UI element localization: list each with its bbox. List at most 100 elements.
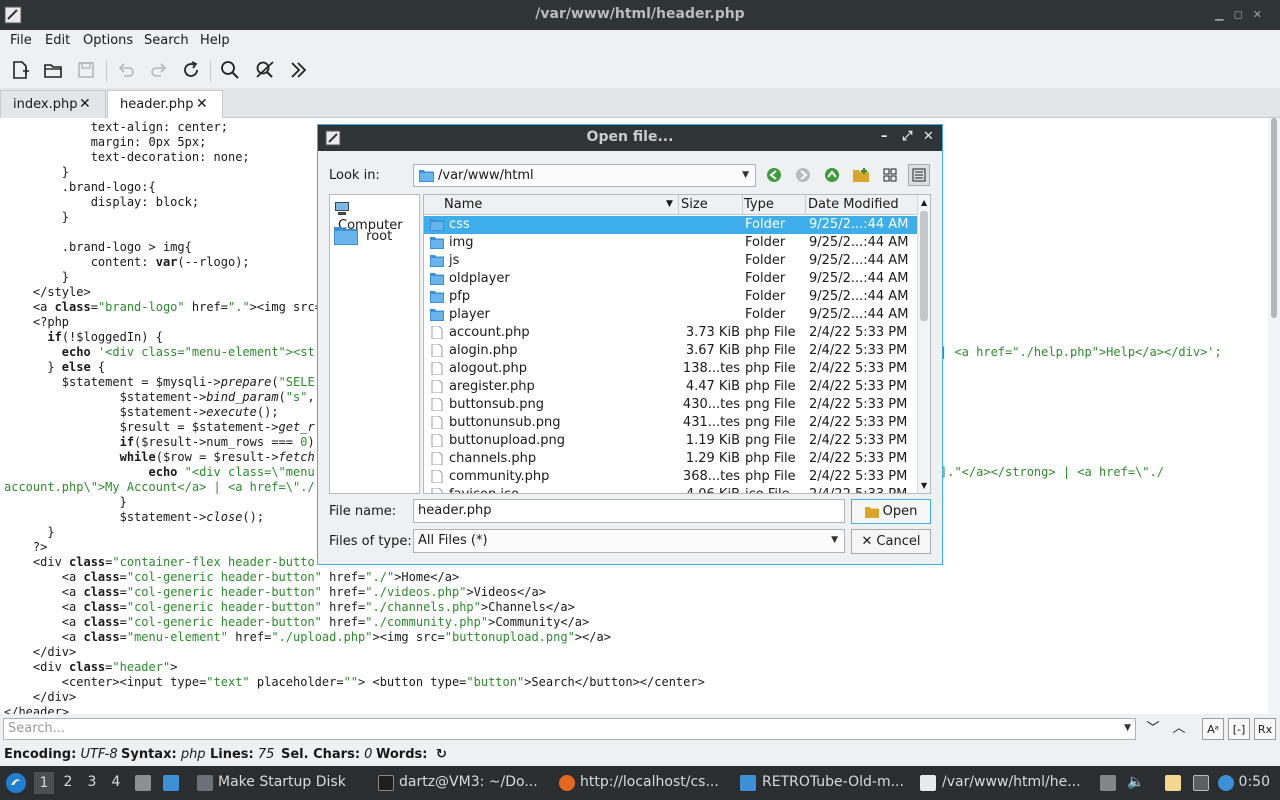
close-icon[interactable]: ✕: [923, 129, 934, 144]
undo-icon[interactable]: [112, 56, 140, 84]
file-name: community.php: [449, 469, 550, 484]
open-button[interactable]: Open: [851, 499, 931, 524]
toolbar-separator: [106, 60, 107, 82]
workspace-4[interactable]: 4: [106, 774, 126, 790]
scroll-up-icon[interactable]: ▲: [921, 198, 927, 207]
whole-word-icon[interactable]: [-]: [1228, 718, 1250, 740]
match-case-icon[interactable]: Aᵃ: [1202, 718, 1224, 740]
file-row[interactable]: favicon.ico 4.06 KiB ico File 2/4/22 5:33 P…: [424, 486, 917, 493]
code-line: display: block;: [4, 195, 200, 209]
reload-icon[interactable]: [177, 56, 205, 84]
start-menu-icon[interactable]: [5, 772, 27, 794]
window-controls[interactable]: ▁◻✕: [1215, 8, 1272, 21]
maximize-icon[interactable]: ⤢: [902, 129, 912, 144]
close-icon[interactable]: ✕: [1253, 8, 1272, 21]
column-size[interactable]: Size: [681, 197, 708, 212]
file-row[interactable]: buttonunsub.png 431...tes png File 2/4/22 5…: [424, 414, 917, 432]
scroll-down-icon[interactable]: ▼: [921, 481, 927, 490]
save-icon[interactable]: [72, 56, 100, 84]
menu-help[interactable]: Help: [200, 33, 230, 48]
trash-icon[interactable]: [1100, 775, 1116, 791]
file-row[interactable]: pfp Folder 9/25/2...:44 AM: [424, 288, 917, 306]
menu-edit[interactable]: Edit: [45, 33, 70, 48]
file-row[interactable]: alogout.php 138...tes php File 2/4/22 5:33 …: [424, 360, 917, 378]
close-tab-icon[interactable]: ✕: [79, 96, 91, 112]
files-of-type-combo[interactable]: All Files (*) ▼: [413, 529, 845, 553]
encoding-value: UTF-8: [80, 747, 118, 762]
minimize-icon[interactable]: ▁: [1215, 8, 1233, 21]
file-row[interactable]: oldplayer Folder 9/25/2...:44 AM: [424, 270, 917, 288]
task-firefox[interactable]: http://localhost/cs...: [580, 774, 719, 790]
task-terminal[interactable]: dartz@VM3: ~/Do...: [399, 774, 538, 790]
new-folder-icon[interactable]: [850, 164, 872, 186]
maximize-icon[interactable]: ◻: [1234, 8, 1253, 21]
tab-index-php[interactable]: index.php ✕: [0, 90, 106, 118]
open-folder-icon[interactable]: [39, 56, 67, 84]
menu-options[interactable]: Options: [83, 33, 133, 48]
toolbar-separator: [210, 60, 211, 82]
column-name[interactable]: Name: [444, 197, 482, 212]
file-list[interactable]: Name ▼ Size Type Date Modified ▲ ▼ css Fo…: [423, 194, 931, 494]
workspace-1[interactable]: 1: [34, 772, 54, 794]
file-name-input[interactable]: header.php: [413, 499, 845, 523]
column-type[interactable]: Type: [744, 197, 774, 212]
chevrons-right-icon[interactable]: [284, 56, 312, 84]
find-replace-icon[interactable]: [251, 56, 279, 84]
file-manager-icon[interactable]: [135, 775, 151, 791]
workspace-2[interactable]: 2: [58, 774, 78, 790]
detail-view-icon[interactable]: [908, 164, 930, 186]
file-row[interactable]: player Folder 9/25/2...:44 AM: [424, 306, 917, 324]
task-make-startup-disk[interactable]: Make Startup Disk: [218, 774, 346, 790]
cancel-button[interactable]: ✕ Cancel: [851, 529, 931, 554]
file-row[interactable]: aregister.php 4.47 KiB php File 2/4/22 5:33…: [424, 378, 917, 396]
find-next-icon[interactable]: ﹀: [1142, 718, 1164, 740]
menu-search[interactable]: Search: [144, 33, 189, 48]
code-line: </div>: [4, 690, 77, 704]
file-row[interactable]: js Folder 9/25/2...:44 AM: [424, 252, 917, 270]
file-row[interactable]: channels.php 1.29 KiB php File 2/4/22 5:33 …: [424, 450, 917, 468]
file-icon: [431, 344, 443, 357]
redo-icon[interactable]: [145, 56, 173, 84]
regex-icon[interactable]: Rx: [1254, 718, 1276, 740]
file-row[interactable]: community.php 368...tes php File 2/4/22 5:3…: [424, 468, 917, 486]
look-in-combo[interactable]: /var/www/html ▼: [413, 164, 756, 187]
dropdown-arrow-icon: ▼: [742, 170, 749, 180]
search-input[interactable]: Search... ▼: [3, 718, 1136, 740]
find-icon[interactable]: [216, 56, 244, 84]
file-date: 9/25/2...:44 AM: [809, 307, 909, 322]
editor-scrollbar[interactable]: [1268, 118, 1280, 714]
forward-icon[interactable]: [792, 164, 814, 186]
refresh-words-icon[interactable]: ↻: [436, 747, 447, 762]
notification-icon[interactable]: [1218, 775, 1234, 791]
menu-file[interactable]: File: [10, 33, 32, 48]
new-file-icon[interactable]: [6, 56, 34, 84]
file-list-scrollbar[interactable]: ▲ ▼: [917, 195, 930, 493]
file-row[interactable]: buttonsub.png 430...tes png File 2/4/22 5:3…: [424, 396, 917, 414]
clipboard-icon[interactable]: [1165, 775, 1181, 791]
place-root[interactable]: root: [334, 225, 392, 245]
task-file-manager[interactable]: RETROTube-Old-m...: [762, 774, 904, 790]
minimize-icon[interactable]: –: [881, 129, 888, 144]
show-desktop-icon[interactable]: [163, 775, 179, 791]
task-text-editor[interactable]: /var/www/html/he...: [942, 774, 1081, 790]
scrollbar-thumb[interactable]: [920, 211, 928, 321]
back-icon[interactable]: [763, 164, 785, 186]
network-icon[interactable]: [1193, 775, 1209, 791]
file-row[interactable]: img Folder 9/25/2...:44 AM: [424, 234, 917, 252]
parent-directory-icon[interactable]: [821, 164, 843, 186]
code-line: $statement->close();: [4, 510, 265, 524]
list-view-icon[interactable]: [879, 164, 901, 186]
find-previous-icon[interactable]: ︿: [1168, 718, 1190, 740]
volume-icon[interactable]: 🔈: [1127, 774, 1144, 790]
dropdown-arrow-icon[interactable]: ▼: [1124, 723, 1131, 733]
file-row[interactable]: alogin.php 3.67 KiB php File 2/4/22 5:33 PM: [424, 342, 917, 360]
file-row[interactable]: account.php 3.73 KiB php File 2/4/22 5:33 P…: [424, 324, 917, 342]
workspace-3[interactable]: 3: [82, 774, 102, 790]
file-row[interactable]: buttonupload.png 1.19 KiB png File 2/4/22 5…: [424, 432, 917, 450]
tab-header-php[interactable]: header.php ✕: [107, 90, 223, 119]
file-row[interactable]: css Folder 9/25/2...:44 AM: [424, 216, 917, 234]
folder-icon: [430, 273, 444, 285]
close-tab-icon[interactable]: ✕: [196, 96, 208, 112]
scrollbar-thumb[interactable]: [1271, 118, 1277, 318]
column-date-modified[interactable]: Date Modified: [808, 197, 899, 212]
